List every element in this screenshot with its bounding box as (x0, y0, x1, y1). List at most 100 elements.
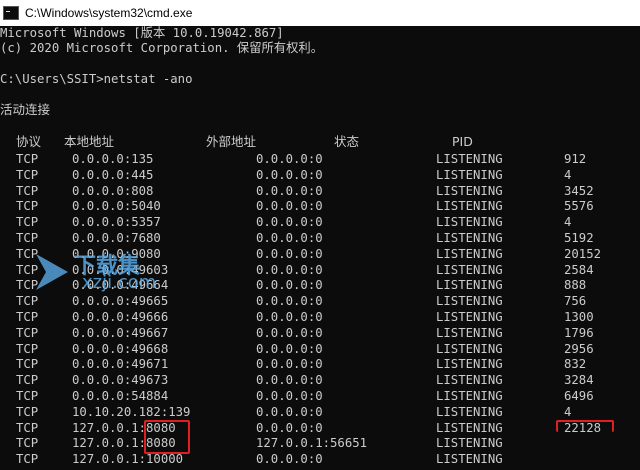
cell-foreign-address: 0.0.0.0:0 (256, 294, 323, 309)
banner-line-2: (c) 2020 Microsoft Corporation. 保留所有权利。 (0, 41, 323, 55)
cell-state: LISTENING (436, 215, 503, 230)
cell-proto: TCP (16, 246, 39, 261)
section-title: 活动连接 (0, 102, 51, 117)
cell-foreign-address: 127.0.0.1:56651 (256, 436, 368, 451)
cell-local-address: 0.0.0.0:49603 (72, 262, 169, 277)
cell-foreign-address: 0.0.0.0:0 (256, 152, 323, 166)
cell-proto: TCP (16, 357, 39, 372)
cell-state: LISTENING (436, 436, 503, 451)
cell-state: LISTENING (436, 325, 503, 340)
cell-local-address: 10.10.20.182:139 (72, 404, 191, 419)
cell-pid: 4 (564, 215, 572, 230)
cell-pid: 1796 (564, 325, 594, 340)
cell-proto: TCP (16, 436, 39, 451)
cmd-icon (3, 6, 19, 20)
cell-local-address: 0.0.0.0:49666 (72, 310, 169, 324)
cell-foreign-address: 0.0.0.0:0 (256, 373, 323, 388)
cell-foreign-address: 0.0.0.0:0 (256, 420, 323, 435)
cell-state: LISTENING (436, 246, 503, 261)
window-title: C:\Windows\system32\cmd.exe (25, 6, 193, 20)
cell-state: LISTENING (436, 341, 503, 356)
cell-pid: 4 (564, 167, 572, 182)
header-pid: PID (452, 134, 473, 149)
cell-pid: 2584 (564, 262, 594, 277)
cell-foreign-address: 0.0.0.0:0 (256, 231, 323, 245)
window-title-bar[interactable]: C:\Windows\system32\cmd.exe (0, 0, 640, 26)
cell-foreign-address: 0.0.0.0:0 (256, 404, 323, 419)
cell-local-address: 0.0.0.0:49673 (72, 373, 169, 388)
cell-proto: TCP (16, 294, 39, 309)
cell-pid: 5192 (564, 231, 594, 245)
cell-proto: TCP (16, 420, 39, 435)
cell-state: LISTENING (436, 404, 503, 419)
cell-proto: TCP (16, 278, 39, 293)
cell-pid: 5576 (564, 199, 594, 214)
cell-foreign-address: 0.0.0.0:0 (256, 167, 323, 182)
cell-proto: TCP (16, 152, 39, 166)
cell-proto: TCP (16, 341, 39, 356)
cell-state: LISTENING (436, 278, 503, 293)
cell-proto: TCP (16, 231, 39, 245)
cell-foreign-address: 0.0.0.0:0 (256, 357, 323, 372)
cell-state: LISTENING (436, 167, 503, 182)
cell-pid: 1300 (564, 310, 594, 324)
cell-state: LISTENING (436, 152, 503, 166)
cell-proto: TCP (16, 167, 39, 182)
cell-state: LISTENING (436, 452, 503, 467)
cell-state: LISTENING (436, 389, 503, 403)
cell-state: LISTENING (436, 310, 503, 324)
cell-state: LISTENING (436, 262, 503, 277)
cell-proto: TCP (16, 373, 39, 388)
cell-state: LISTENING (436, 199, 503, 214)
cell-proto: TCP (16, 183, 39, 198)
header-proto: 协议 (16, 134, 42, 149)
cell-foreign-address: 0.0.0.0:0 (256, 262, 323, 277)
cell-proto: TCP (16, 199, 39, 214)
cell-local-address: 0.0.0.0:49668 (72, 341, 169, 356)
cell-local-address: 0.0.0.0:49671 (72, 357, 169, 372)
port-highlight-box (144, 420, 190, 454)
cell-proto: TCP (16, 389, 39, 403)
pid-highlight-box (556, 420, 614, 432)
cell-state: LISTENING (436, 231, 503, 245)
cell-local-address: 0.0.0.0:49665 (72, 294, 169, 309)
cell-local-address: 0.0.0.0:7680 (72, 231, 161, 245)
cell-foreign-address: 0.0.0.0:0 (256, 199, 323, 214)
cell-pid: 3452 (564, 183, 594, 198)
cell-foreign-address: 0.0.0.0:0 (256, 325, 323, 340)
cell-state: LISTENING (436, 420, 503, 435)
cell-pid: 912 (564, 152, 587, 166)
cell-local-address: 0.0.0.0:49664 (72, 278, 169, 293)
cell-local-address: 0.0.0.0:135 (72, 152, 154, 166)
cell-foreign-address: 0.0.0.0:0 (256, 215, 323, 230)
header-local: 本地地址 (64, 134, 115, 149)
cell-pid: 756 (564, 294, 587, 309)
cell-state: LISTENING (436, 357, 503, 372)
header-foreign: 外部地址 (206, 134, 257, 149)
console-output[interactable]: Microsoft Windows [版本 10.0.19042.867] (c… (0, 26, 640, 470)
cell-local-address: 0.0.0.0:5357 (72, 215, 161, 230)
cell-proto: TCP (16, 215, 39, 230)
cell-pid: 6496 (564, 389, 594, 403)
cell-state: LISTENING (436, 294, 503, 309)
cell-pid: 2956 (564, 341, 594, 356)
cell-proto: TCP (16, 452, 39, 467)
cell-pid: 888 (564, 278, 587, 293)
cell-local-address: 0.0.0.0:808 (72, 183, 154, 198)
cell-foreign-address: 0.0.0.0:0 (256, 278, 323, 293)
cell-state: LISTENING (436, 373, 503, 388)
cell-foreign-address: 0.0.0.0:0 (256, 246, 323, 261)
cell-proto: TCP (16, 404, 39, 419)
cell-proto: TCP (16, 262, 39, 277)
cell-pid: 20152 (564, 246, 602, 261)
cell-foreign-address: 0.0.0.0:0 (256, 389, 323, 403)
command-prompt-line: C:\Users\SSIT>netstat -ano (0, 72, 193, 86)
cell-foreign-address: 0.0.0.0:0 (256, 310, 323, 324)
cell-local-address: 0.0.0.0:9080 (72, 246, 161, 261)
cell-local-address: 127.0.0.1:10000 (72, 452, 184, 467)
cell-local-address: 0.0.0.0:49667 (72, 325, 169, 340)
cell-foreign-address: 0.0.0.0:0 (256, 183, 323, 198)
header-state: 状态 (334, 134, 360, 149)
cell-proto: TCP (16, 310, 39, 324)
cell-proto: TCP (16, 325, 39, 340)
